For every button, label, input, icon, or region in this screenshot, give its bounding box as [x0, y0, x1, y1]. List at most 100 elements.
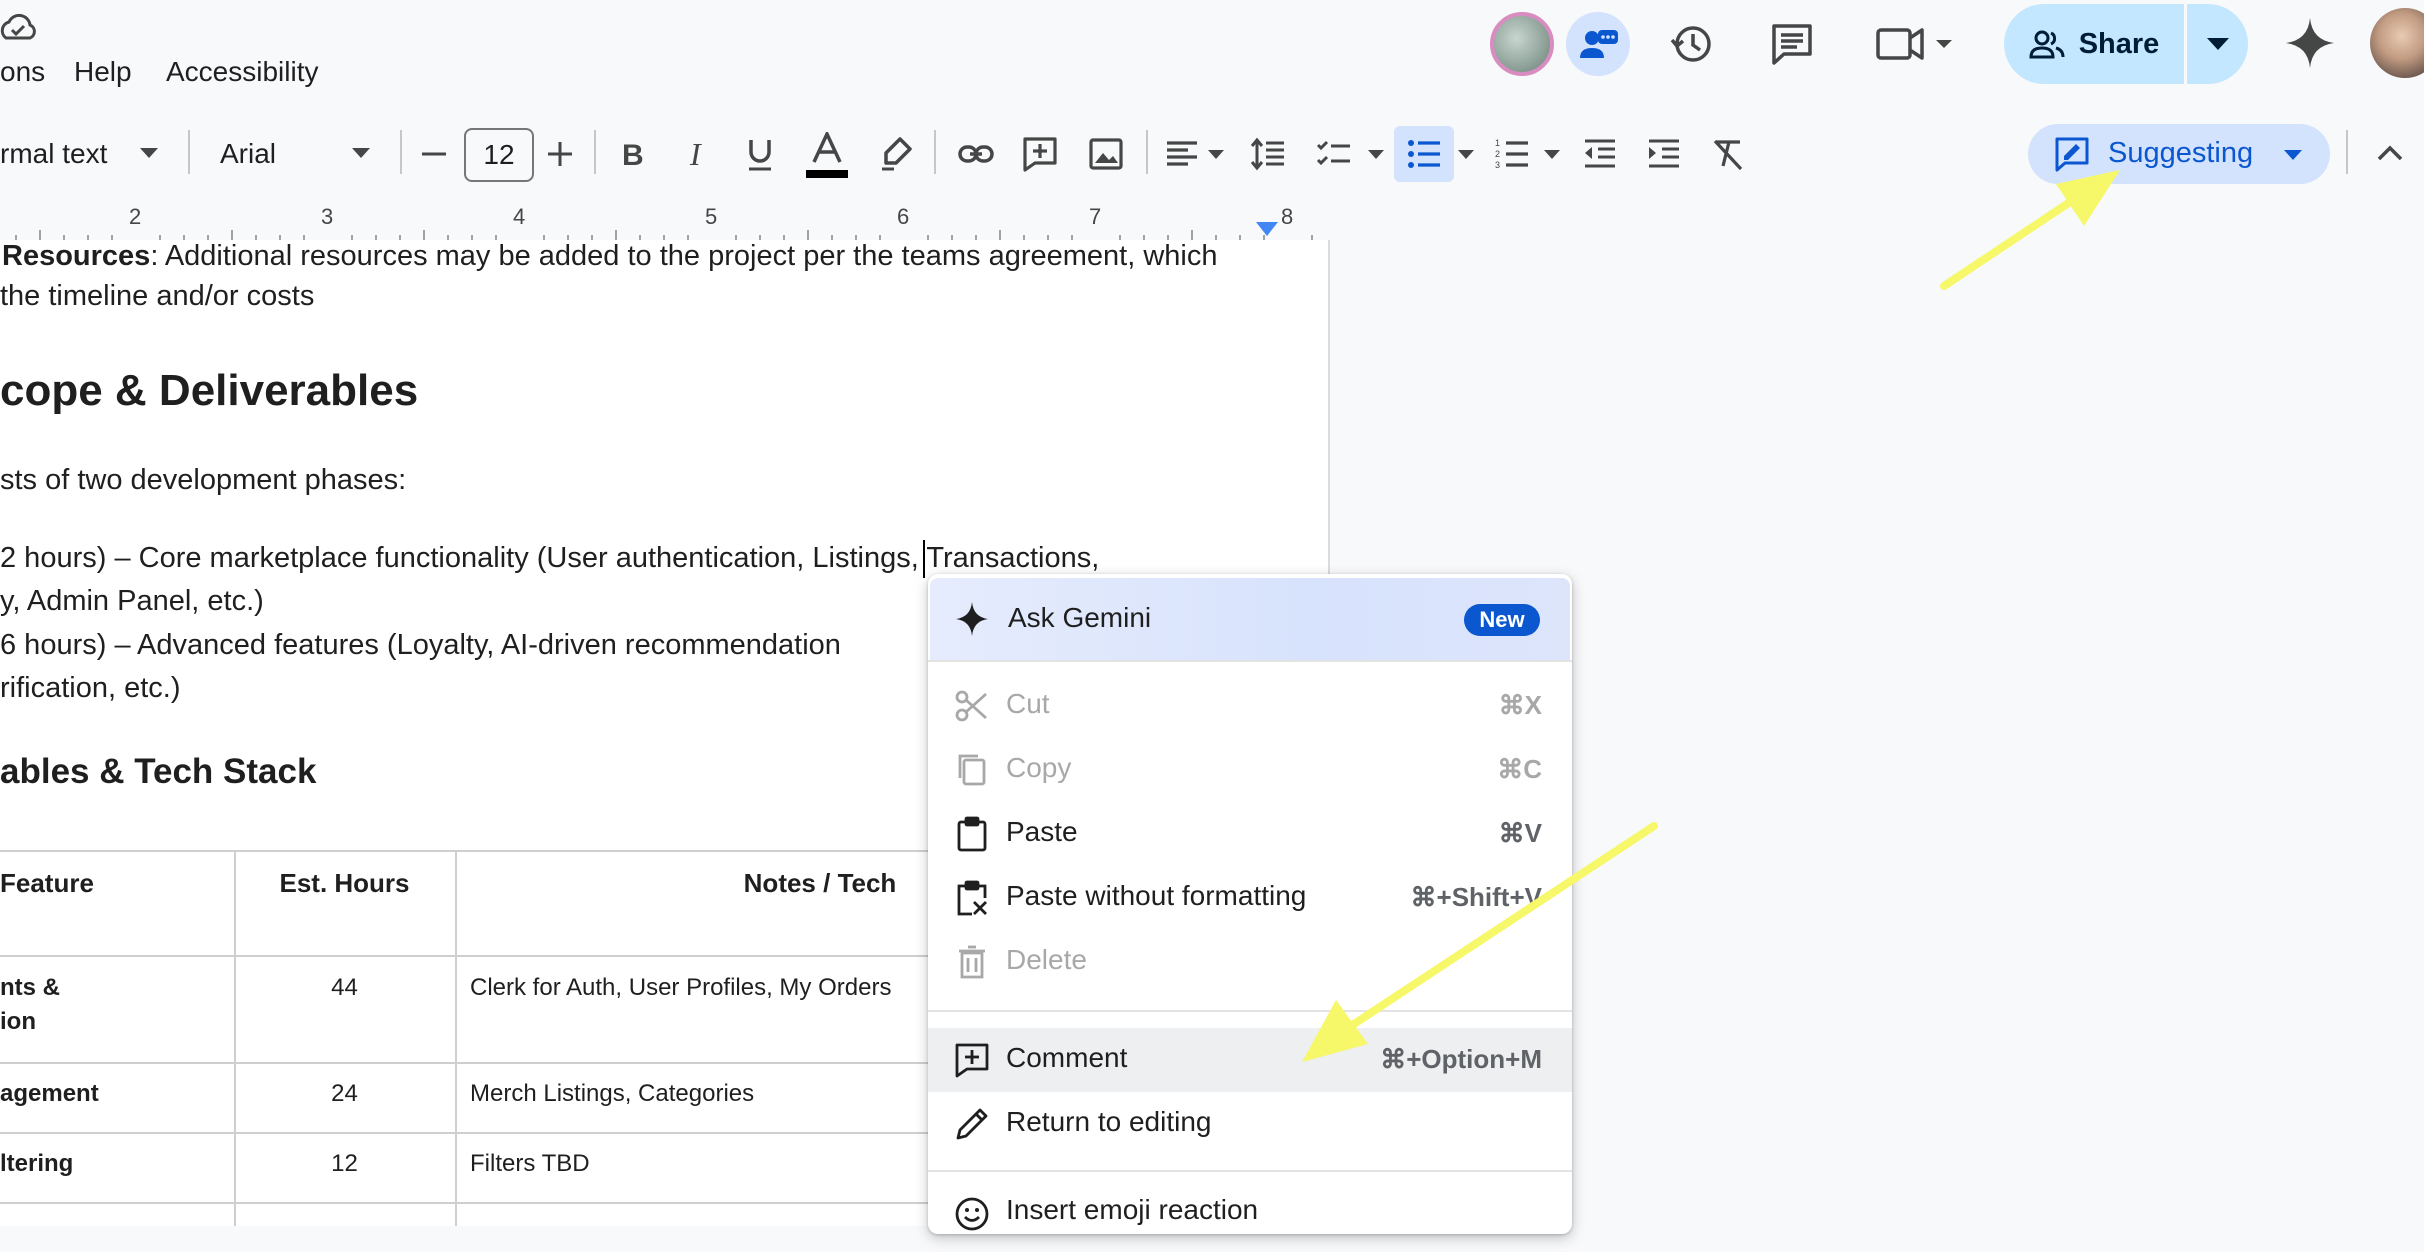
ruler-number: 3: [321, 204, 334, 229]
menu-item-paste[interactable]: Paste ⌘V: [928, 802, 1572, 866]
menu-item-label: Comment: [1006, 1042, 1128, 1073]
font-size-input[interactable]: 12: [464, 128, 534, 182]
menu-item-cut[interactable]: Cut ⌘X: [928, 674, 1572, 738]
menu-divider: [928, 1010, 1572, 1012]
cloud-saved-icon[interactable]: [0, 10, 40, 46]
underline-icon[interactable]: [742, 136, 778, 172]
table-header[interactable]: Notes / Tech: [700, 868, 940, 899]
insert-link-icon[interactable]: [958, 136, 994, 172]
ask-gemini-label: Ask Gemini: [1008, 602, 1152, 633]
editing-mode-label: Suggesting: [2108, 137, 2254, 169]
text-cursor: [923, 540, 925, 578]
table-cell-hours[interactable]: 44: [234, 974, 455, 1002]
add-comment-icon[interactable]: [1022, 136, 1058, 172]
table-cell-hours[interactable]: 24: [234, 1080, 455, 1108]
table-cell-notes[interactable]: Merch Listings, Categories: [470, 1080, 754, 1108]
table-header[interactable]: Feature: [0, 868, 94, 899]
style-dropdown-icon[interactable]: [140, 148, 158, 158]
chat-icon: [1580, 30, 1618, 58]
menu-extensions[interactable]: ons: [0, 56, 45, 88]
add-comment-icon: [955, 1043, 989, 1078]
paragraph-resources-cont[interactable]: the timeline and/or costs: [0, 280, 314, 313]
numbered-list-icon[interactable]: 123: [1494, 136, 1530, 172]
table-cell-hours[interactable]: 12: [234, 1150, 455, 1178]
font-family-select[interactable]: Arial: [220, 138, 276, 170]
menu-item-label: Paste: [1006, 816, 1078, 847]
comments-icon[interactable]: [1768, 20, 1816, 68]
insert-image-icon[interactable]: [1088, 136, 1124, 172]
toolbar-divider: [594, 130, 596, 174]
copy-icon: [958, 754, 986, 786]
menu-item-insert-emoji-reaction[interactable]: Insert emoji reaction: [928, 1188, 1572, 1252]
heading-deliverables-tech[interactable]: ables & Tech Stack: [0, 752, 316, 792]
clipboard-icon: [957, 816, 987, 852]
checklist-icon[interactable]: [1316, 136, 1352, 172]
phase2-line2[interactable]: rification, etc.): [0, 672, 181, 705]
align-dropdown-icon[interactable]: [1208, 150, 1224, 159]
menu-item-comment[interactable]: Comment ⌘+Option+M: [928, 1028, 1572, 1092]
table-cell-feature[interactable]: ion: [0, 1008, 36, 1036]
bullet-dropdown-icon[interactable]: [1458, 150, 1474, 159]
clear-formatting-icon[interactable]: [1710, 136, 1746, 172]
table-cell-notes[interactable]: Clerk for Auth, User Profiles, My Orders: [470, 974, 891, 1002]
increase-font-size-icon[interactable]: [546, 140, 574, 168]
ask-gemini-item[interactable]: Ask Gemini New: [930, 578, 1570, 660]
share-dropdown-button[interactable]: [2187, 4, 2248, 84]
table-cell-feature[interactable]: agement: [0, 1080, 99, 1108]
menu-item-copy[interactable]: Copy ⌘C: [928, 738, 1572, 802]
emoji-icon: [955, 1197, 989, 1231]
trash-icon: [959, 945, 985, 979]
share-button[interactable]: Share: [2004, 4, 2248, 84]
meet-icon[interactable]: [1874, 22, 1954, 66]
svg-text:3: 3: [1495, 160, 1500, 170]
toolbar-divider: [2346, 130, 2348, 174]
history-icon[interactable]: [1668, 20, 1716, 68]
svg-text:2: 2: [1495, 149, 1500, 159]
scissors-icon: [955, 690, 987, 722]
align-left-icon[interactable]: [1164, 136, 1200, 172]
menu-accessibility[interactable]: Accessibility: [166, 56, 318, 88]
context-menu: Ask Gemini New Cut ⌘X Copy ⌘C Paste ⌘V P…: [928, 574, 1572, 1234]
highlight-icon[interactable]: [878, 136, 914, 172]
phase1-line2[interactable]: y, Admin Panel, etc.): [0, 585, 264, 618]
phase2-line1[interactable]: 6 hours) – Advanced features (Loyalty, A…: [0, 629, 841, 662]
menu-item-label: Paste without formatting: [1006, 880, 1307, 911]
menu-item-return-to-editing[interactable]: Return to editing: [928, 1092, 1572, 1156]
menu-item-label: Copy: [1006, 752, 1072, 783]
right-indent-marker-icon[interactable]: [1256, 222, 1278, 238]
table-cell-feature[interactable]: nts &: [0, 974, 60, 1002]
collapse-menus-icon[interactable]: [2376, 144, 2404, 162]
phase1-text: 2 hours) – Core marketplace functionalit…: [0, 542, 1100, 574]
text-color-icon[interactable]: [804, 132, 850, 180]
paragraph-resources[interactable]: Resources: Additional resources may be a…: [2, 240, 1217, 273]
gemini-icon[interactable]: [2286, 18, 2334, 68]
ruler-number: 7: [1089, 204, 1102, 229]
paragraph-style-select[interactable]: rmal text: [0, 138, 107, 170]
table-cell-notes[interactable]: Filters TBD: [470, 1150, 590, 1178]
menu-help[interactable]: Help: [74, 56, 132, 88]
decrease-font-size-icon[interactable]: [420, 140, 448, 168]
collaborator-avatar[interactable]: [1490, 12, 1554, 76]
font-dropdown-icon[interactable]: [352, 148, 370, 158]
increase-indent-icon[interactable]: [1646, 136, 1682, 172]
horizontal-ruler[interactable]: [0, 204, 1326, 240]
bulleted-list-button[interactable]: [1394, 126, 1454, 182]
heading-scope-deliverables[interactable]: cope & Deliverables: [0, 366, 418, 416]
table-cell-feature[interactable]: ltering: [0, 1150, 73, 1178]
menu-item-label: Delete: [1006, 944, 1087, 975]
table-header[interactable]: Est. Hours: [234, 868, 455, 899]
checklist-dropdown-icon[interactable]: [1368, 150, 1384, 159]
phase1-line1[interactable]: 2 hours) – Core marketplace functionalit…: [0, 542, 1099, 575]
line-spacing-icon[interactable]: [1250, 136, 1286, 172]
paragraph-phases-intro[interactable]: sts of two development phases:: [0, 464, 406, 497]
bold-icon[interactable]: B: [614, 136, 650, 172]
menu-item-delete[interactable]: Delete: [928, 930, 1572, 994]
numbered-dropdown-icon[interactable]: [1544, 150, 1560, 159]
italic-icon[interactable]: I: [680, 136, 716, 172]
chat-button[interactable]: [1566, 12, 1630, 76]
menu-item-paste-without-formatting[interactable]: Paste without formatting ⌘+Shift+V: [928, 866, 1572, 930]
people-icon: [2029, 30, 2065, 59]
editing-mode-button[interactable]: Suggesting: [2028, 124, 2330, 184]
share-main-button[interactable]: Share: [2004, 4, 2184, 84]
decrease-indent-icon[interactable]: [1582, 136, 1618, 172]
